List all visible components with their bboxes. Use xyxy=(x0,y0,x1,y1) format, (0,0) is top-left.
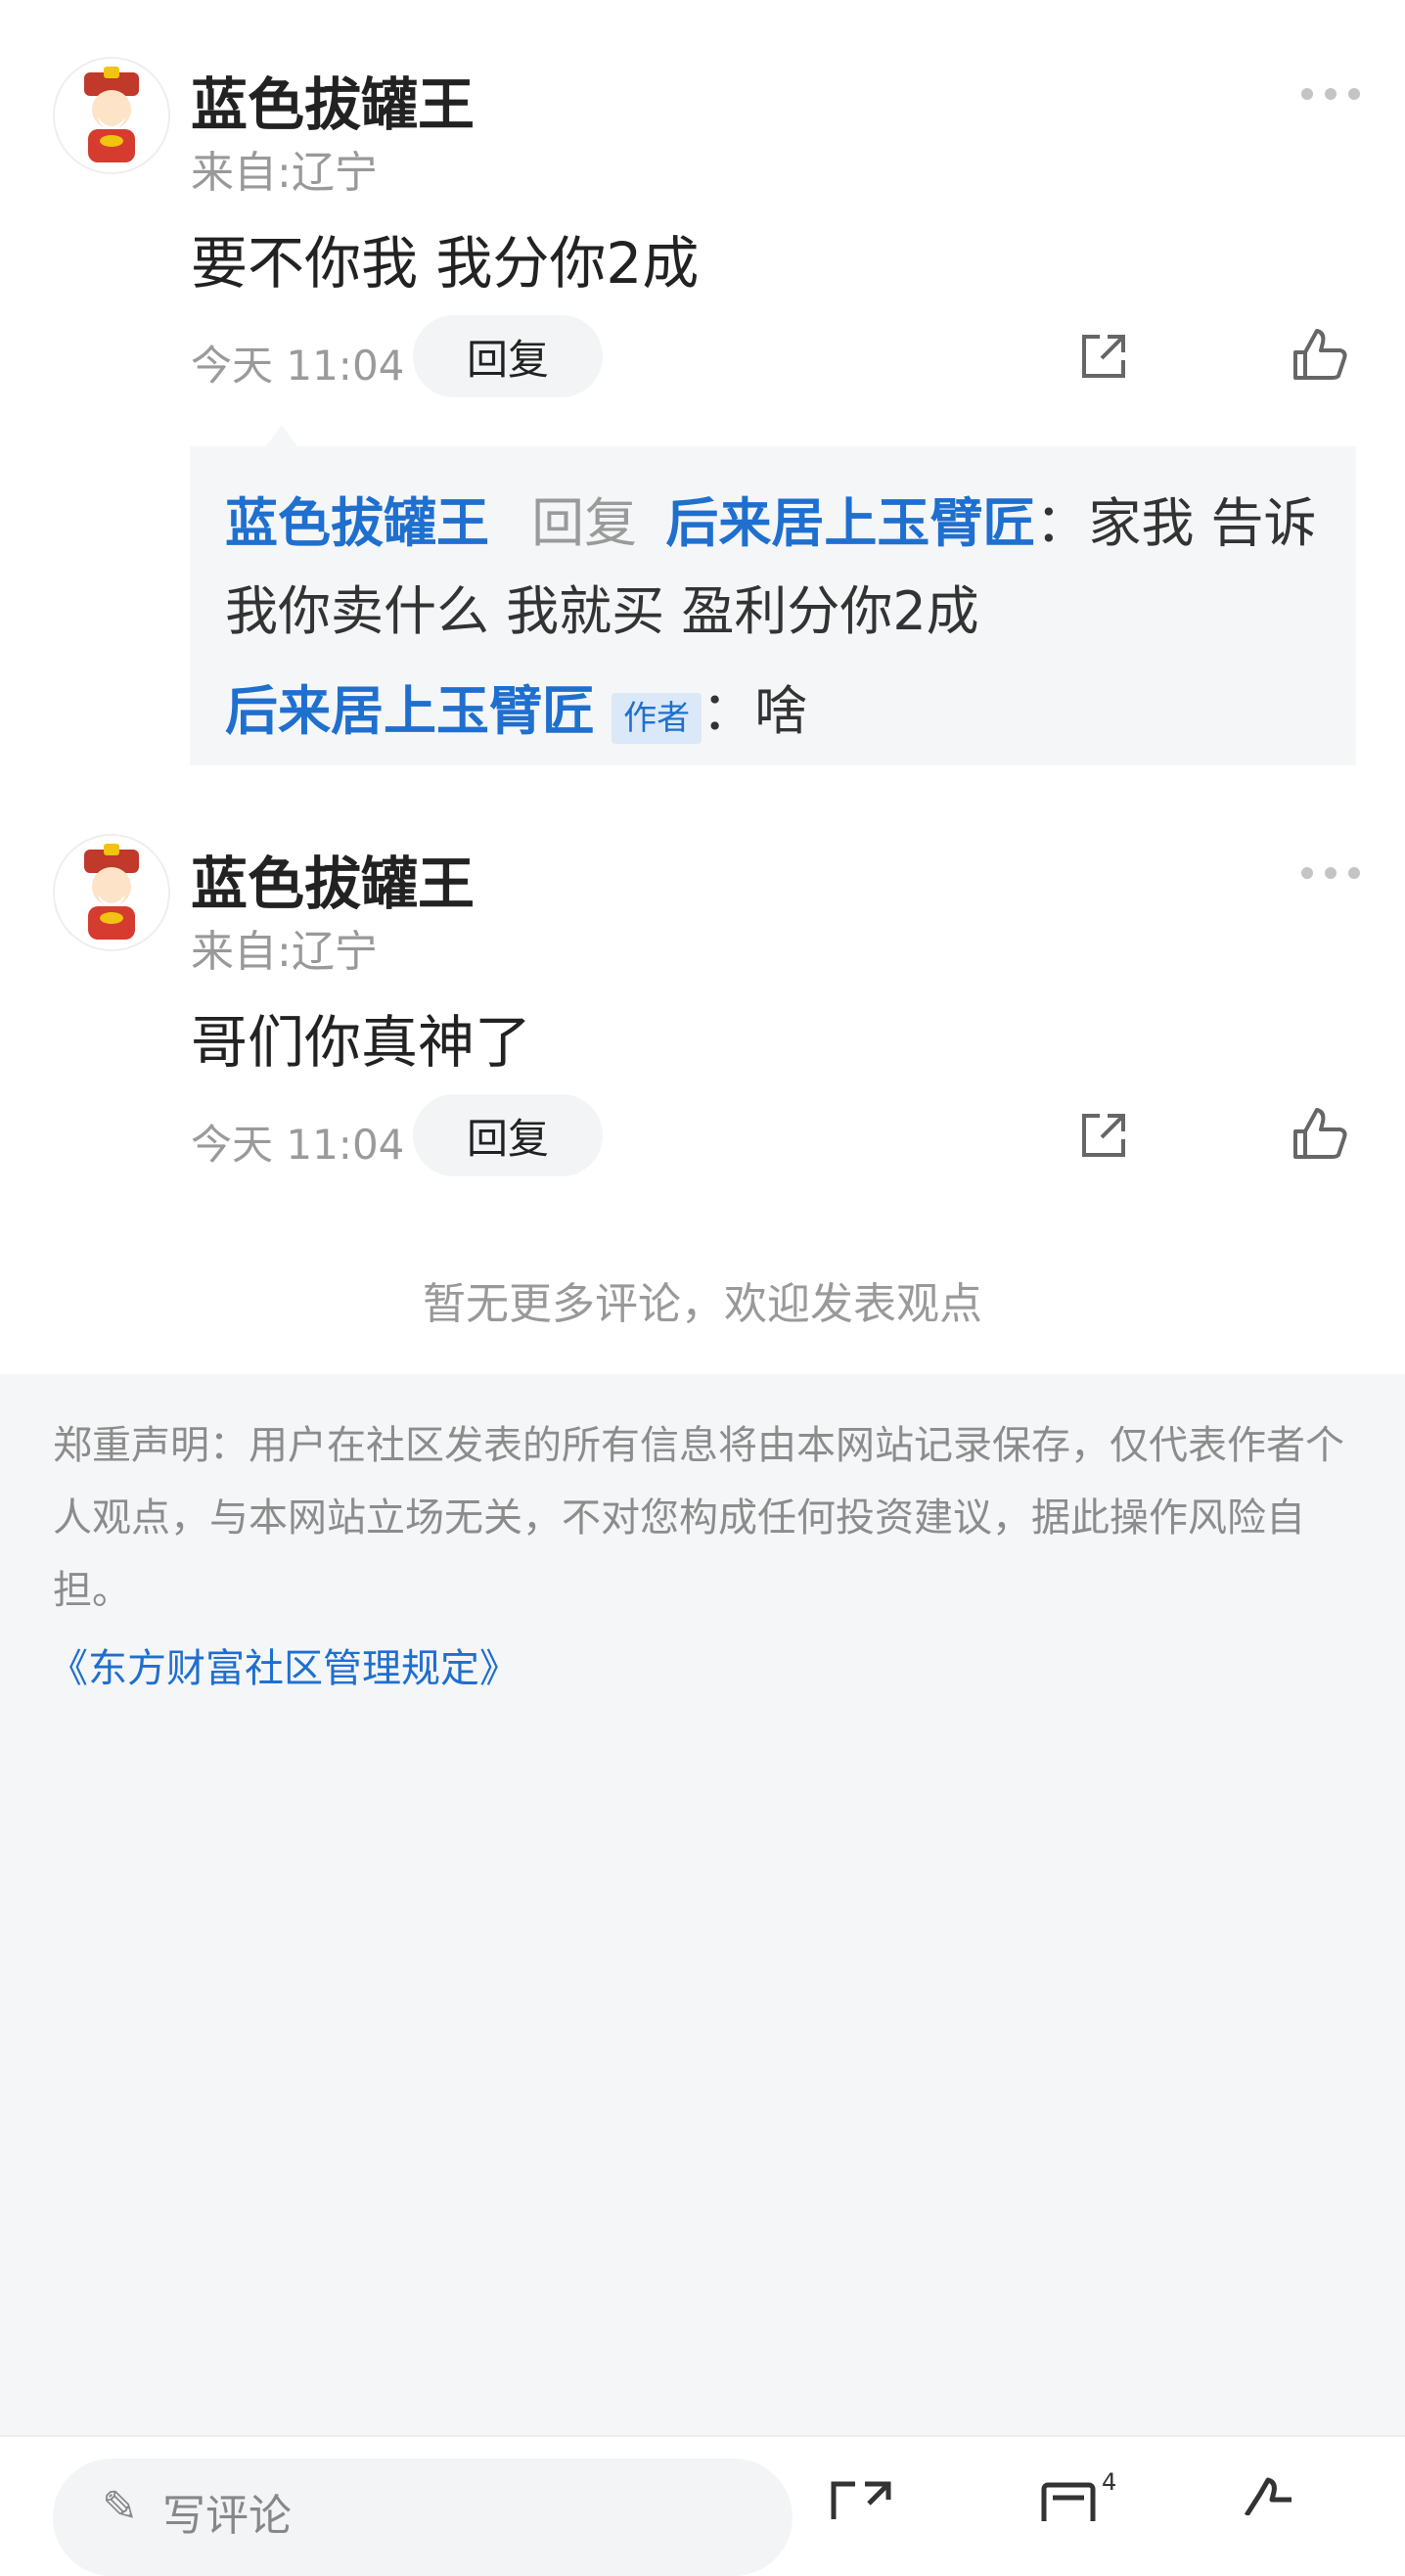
reply-button[interactable]: 回复 xyxy=(413,1094,603,1176)
reply-from-user[interactable]: 蓝色拔罐王 xyxy=(225,492,489,554)
comment-time: 今天 11:04 xyxy=(191,342,405,390)
no-more-comments: 暂无更多评论，欢迎发表观点 xyxy=(423,1279,982,1329)
avatar[interactable] xyxy=(53,834,170,951)
fortune-god-avatar-icon xyxy=(55,59,168,172)
disclaimer-text: 郑重声明：用户在社区发表的所有信息将由本网站记录保存，仅代表作者个人观点，与本网… xyxy=(53,1423,1344,1613)
reply-text: ：家我 告诉 xyxy=(1035,492,1317,554)
sub-reply-pointer xyxy=(266,425,297,446)
like-icon[interactable] xyxy=(1239,2476,1297,2519)
reply-author-user[interactable]: 后来居上玉臂匠 xyxy=(225,680,595,742)
community-rules-link[interactable]: 《东方财富社区管理规定》 xyxy=(49,1636,519,1693)
author-badge: 作者 xyxy=(612,692,702,744)
share-icon[interactable] xyxy=(1076,1108,1131,1167)
reply-button[interactable]: 回复 xyxy=(413,315,603,397)
comment-input-placeholder: 写评论 xyxy=(162,2491,292,2541)
comment-content: 哥们你真神了 xyxy=(191,1009,532,1076)
comment-time: 今天 11:04 xyxy=(191,1121,405,1169)
avatar[interactable] xyxy=(53,57,170,174)
comment-location: 来自:辽宁 xyxy=(191,148,378,198)
like-icon[interactable] xyxy=(1292,1106,1348,1167)
share-icon[interactable] xyxy=(1076,329,1131,388)
sub-reply-line-1: 蓝色拔罐王 回复 后来居上玉臂匠：家我 告诉 xyxy=(225,480,1317,557)
comments-icon[interactable] xyxy=(1041,2482,1096,2527)
comment-content: 要不你我 我分你2成 xyxy=(191,230,700,297)
share-icon[interactable] xyxy=(830,2480,892,2523)
comment-count-badge: 4 xyxy=(1102,2468,1117,2496)
reply-text: ：啥 xyxy=(702,680,808,742)
comment-author[interactable]: 蓝色拔罐王 xyxy=(191,838,475,920)
more-options-icon[interactable] xyxy=(1301,867,1360,879)
comment-location: 来自:辽宁 xyxy=(191,927,378,977)
sub-reply-line-2: 后来居上玉臂匠 作者 ：啥 xyxy=(225,667,807,745)
reply-verb: 回复 xyxy=(531,492,638,554)
reply-text-continued: 我你卖什么 我就买 盈利分你2成 xyxy=(225,580,979,642)
reply-to-user[interactable]: 后来居上玉臂匠 xyxy=(665,492,1035,554)
comment-input[interactable]: ✎ 写评论 xyxy=(53,2459,793,2576)
fortune-god-avatar-icon xyxy=(55,836,168,949)
comment-author[interactable]: 蓝色拔罐王 xyxy=(191,59,475,141)
like-icon[interactable] xyxy=(1292,327,1348,388)
more-options-icon[interactable] xyxy=(1301,88,1360,100)
